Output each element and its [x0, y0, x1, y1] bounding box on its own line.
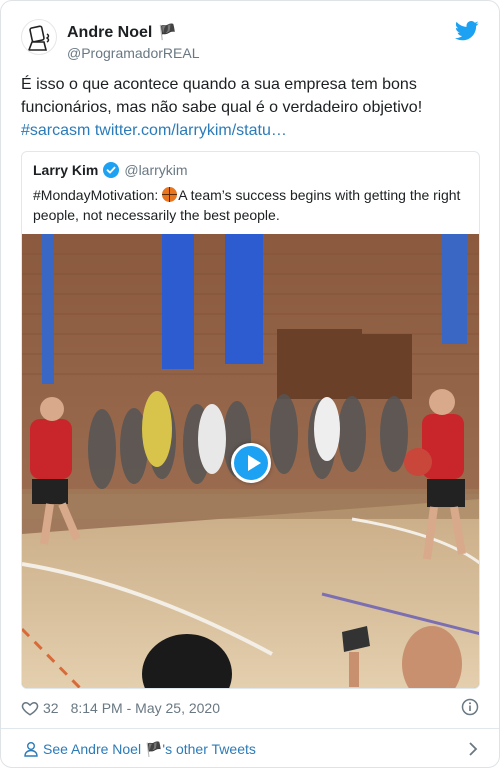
person-icon [24, 742, 38, 757]
avatar[interactable] [21, 19, 57, 55]
quoted-header: Larry Kim @larrykim [33, 162, 188, 178]
author-handle[interactable]: @ProgramadorREAL [67, 44, 200, 62]
other-tweets-link[interactable]: See Andre Noel 🏴's other Tweets [23, 739, 483, 759]
verified-badge-icon [103, 162, 120, 178]
tweet-link[interactable]: twitter.com/larrykim/statu… [95, 122, 287, 139]
tweet-text: É isso o que acontece quando a sua empre… [21, 73, 481, 142]
footer-flag: 🏴 [144, 740, 163, 757]
embedded-tweet-card: Andre Noel 🏴 @ProgramadorREAL É isso o q… [0, 0, 500, 768]
play-icon[interactable] [231, 443, 271, 483]
author-block[interactable]: Andre Noel 🏴 @ProgramadorREAL [67, 23, 200, 62]
author-name[interactable]: Andre Noel [67, 23, 152, 43]
tweet-header: Andre Noel 🏴 @ProgramadorREAL [21, 19, 479, 63]
video-player[interactable] [22, 234, 479, 688]
like-count[interactable]: 32 [43, 700, 59, 716]
info-icon[interactable] [461, 698, 479, 716]
quoted-text: #MondayMotivation: A team’s success begi… [33, 185, 473, 225]
divider [1, 728, 499, 729]
quoted-tweet[interactable]: Larry Kim @larrykim #MondayMotivation: A… [21, 151, 480, 689]
tweet-meta: 32 8:14 PM - May 25, 2020 [21, 697, 220, 719]
basketball-emoji-icon [162, 187, 178, 202]
heart-icon[interactable] [21, 699, 39, 717]
quoted-hashtag[interactable]: #MondayMotivation: [33, 187, 158, 203]
twitter-bird-icon[interactable] [455, 21, 479, 41]
footer-prefix: See Andre Noel [43, 741, 142, 757]
black-flag-emoji: 🏴 [158, 24, 178, 41]
quoted-author-name[interactable]: Larry Kim [33, 162, 98, 178]
footer-suffix: 's other Tweets [162, 741, 256, 757]
hashtag-link[interactable]: #sarcasm [21, 122, 90, 139]
timestamp[interactable]: 8:14 PM - May 25, 2020 [71, 700, 220, 716]
tweet-body: É isso o que acontece quando a sua empre… [21, 76, 423, 116]
quoted-author-handle[interactable]: @larrykim [124, 162, 187, 178]
avatar-drawing [27, 25, 50, 51]
chevron-right-icon [469, 742, 478, 756]
